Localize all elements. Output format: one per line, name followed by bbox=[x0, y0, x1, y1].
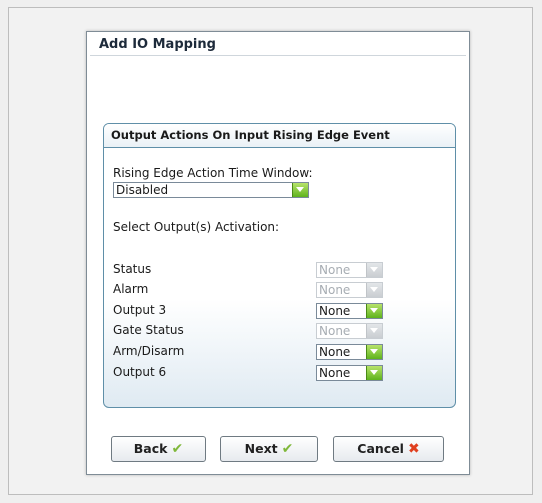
chevron-down-icon[interactable] bbox=[366, 304, 382, 318]
time-window-label: Rising Edge Action Time Window: bbox=[113, 166, 313, 180]
cancel-button-label: Cancel bbox=[357, 441, 404, 456]
check-icon: ✔ bbox=[281, 441, 294, 457]
alarm-value: None bbox=[319, 283, 351, 297]
chevron-down-icon[interactable] bbox=[366, 345, 382, 359]
dialog-title: Add IO Mapping bbox=[99, 37, 216, 52]
output-label-output-3: Output 3 bbox=[113, 303, 167, 317]
arm-disarm-select[interactable]: None bbox=[316, 344, 383, 360]
output-actions-panel: Output Actions On Input Rising Edge Even… bbox=[103, 123, 456, 408]
output-3-value: None bbox=[319, 304, 351, 318]
cross-icon: ✖ bbox=[407, 441, 420, 457]
next-button[interactable]: Next ✔ bbox=[220, 436, 318, 462]
output-6-value: None bbox=[319, 366, 351, 380]
next-button-label: Next bbox=[244, 441, 278, 456]
output-label-output-6: Output 6 bbox=[113, 365, 167, 379]
activation-label: Select Output(s) Activation: bbox=[113, 220, 280, 234]
status-value: None bbox=[319, 263, 351, 277]
panel-header: Output Actions On Input Rising Edge Even… bbox=[104, 124, 455, 148]
output-label-status: Status bbox=[113, 262, 152, 276]
chevron-down-icon bbox=[366, 283, 382, 297]
time-window-select[interactable]: Disabled bbox=[113, 182, 309, 198]
output-label-alarm: Alarm bbox=[113, 282, 149, 296]
add-io-mapping-dialog: Add IO Mapping Output Actions On Input R… bbox=[86, 31, 470, 475]
title-divider bbox=[90, 55, 466, 56]
output-3-select[interactable]: None bbox=[316, 303, 383, 319]
status-select: None bbox=[316, 262, 383, 278]
alarm-select: None bbox=[316, 282, 383, 298]
chevron-down-icon bbox=[366, 324, 382, 338]
chevron-down-icon bbox=[366, 263, 382, 277]
output-label-gate-status: Gate Status bbox=[113, 323, 184, 337]
gate-status-value: None bbox=[319, 324, 351, 338]
back-button-label: Back bbox=[133, 441, 168, 456]
back-button[interactable]: Back ✔ bbox=[111, 436, 206, 462]
output-6-select[interactable]: None bbox=[316, 365, 383, 381]
cancel-button[interactable]: Cancel ✖ bbox=[333, 436, 444, 462]
arm-disarm-value: None bbox=[319, 345, 351, 359]
time-window-value: Disabled bbox=[116, 183, 169, 197]
chevron-down-icon[interactable] bbox=[292, 183, 308, 197]
check-icon: ✔ bbox=[171, 441, 184, 457]
output-label-arm-disarm: Arm/Disarm bbox=[113, 344, 185, 358]
chevron-down-icon[interactable] bbox=[366, 366, 382, 380]
gate-status-select: None bbox=[316, 323, 383, 339]
